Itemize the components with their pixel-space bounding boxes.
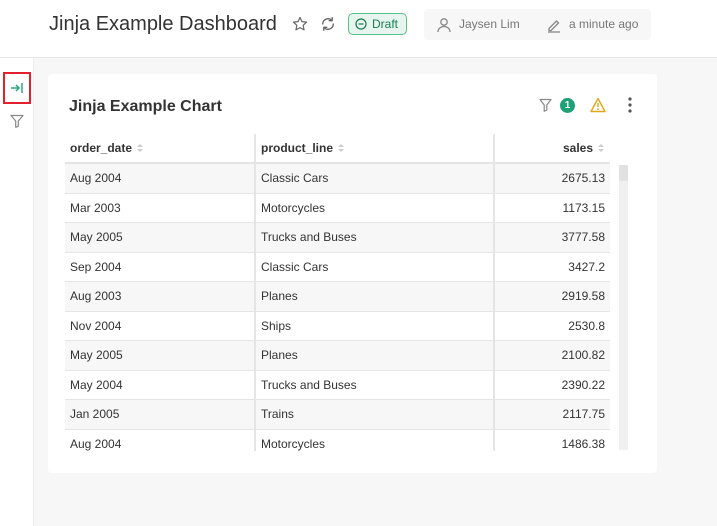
cell-product-line: Trucks and Buses — [255, 370, 495, 400]
cell-product-line: Planes — [255, 281, 495, 312]
cell-sales: 2390.22 — [494, 370, 610, 400]
column-header-order-date[interactable]: order_date — [65, 134, 256, 164]
more-vertical-icon[interactable] — [622, 96, 638, 114]
author-name: Jaysen Lim — [459, 17, 520, 31]
cell-sales: 3427.2 — [494, 252, 610, 282]
cell-sales: 3777.58 — [494, 222, 610, 253]
column-header-label: order_date — [70, 141, 133, 155]
cell-product-line: Ships — [255, 311, 495, 341]
draft-status-badge[interactable]: Draft — [348, 13, 408, 35]
filter-icon[interactable] — [10, 114, 24, 128]
cell-sales: 2919.58 — [494, 281, 610, 312]
table-row: Aug 2004 Motorcycles 1486.38 — [65, 429, 610, 451]
modified-info: a minute ago — [546, 16, 638, 33]
table-row: Aug 2003 Planes 2919.58 — [65, 281, 610, 312]
cell-order-date: Aug 2004 — [65, 163, 256, 194]
expand-right-icon — [11, 83, 23, 93]
cell-sales: 2117.75 — [494, 399, 610, 430]
warning-icon[interactable] — [590, 97, 606, 113]
user-icon — [437, 17, 451, 32]
cell-order-date: May 2005 — [65, 222, 256, 253]
sort-icon[interactable] — [597, 143, 605, 153]
filter-icon[interactable] — [539, 98, 552, 112]
table-row: Aug 2004 Classic Cars 2675.13 — [65, 163, 610, 194]
cell-order-date: Sep 2004 — [65, 252, 256, 282]
table-scrollbar-thumb[interactable] — [619, 165, 628, 181]
cell-order-date: May 2004 — [65, 370, 256, 400]
table-container[interactable]: order_date product_line sales Aug 2004 C… — [65, 134, 636, 451]
author-info[interactable]: Jaysen Lim — [436, 16, 520, 33]
cell-sales: 2530.8 — [494, 311, 610, 341]
draft-label: Draft — [372, 17, 399, 31]
cell-order-date: Aug 2004 — [65, 429, 256, 451]
cell-sales: 2100.82 — [494, 340, 610, 371]
table-header-row: order_date product_line sales — [65, 134, 610, 164]
column-header-label: product_line — [261, 141, 334, 155]
table-row: May 2005 Planes 2100.82 — [65, 340, 610, 371]
filter-sidebar-collapsed — [0, 58, 34, 526]
cell-order-date: Nov 2004 — [65, 311, 256, 341]
cell-product-line: Motorcycles — [255, 429, 495, 451]
table-row: May 2005 Trucks and Buses 3777.58 — [65, 222, 610, 253]
dashboard-header: Jinja Example Dashboard Draft Jaysen Lim — [0, 0, 717, 58]
column-header-product-line[interactable]: product_line — [255, 134, 495, 164]
chart-title[interactable]: Jinja Example Chart — [69, 96, 222, 118]
star-icon[interactable] — [291, 15, 309, 33]
metadata-bar: Jaysen Lim a minute ago — [424, 9, 651, 40]
dashboard-title[interactable]: Jinja Example Dashboard — [49, 10, 277, 38]
cell-order-date: May 2005 — [65, 340, 256, 371]
cell-sales: 1173.15 — [494, 193, 610, 223]
sort-icon[interactable] — [136, 143, 144, 153]
expand-filters-button[interactable] — [3, 72, 31, 104]
cell-product-line: Classic Cars — [255, 163, 495, 194]
cell-order-date: Jan 2005 — [65, 399, 256, 430]
table-scrollbar-track[interactable] — [619, 165, 628, 450]
cell-product-line: Planes — [255, 340, 495, 371]
table-row: May 2004 Trucks and Buses 2390.22 — [65, 370, 610, 400]
cell-product-line: Classic Cars — [255, 252, 495, 282]
refresh-icon[interactable] — [319, 15, 337, 33]
cell-order-date: Mar 2003 — [65, 193, 256, 223]
cell-product-line: Trains — [255, 399, 495, 430]
chart-card: Jinja Example Chart 1 order_date product… — [48, 74, 657, 473]
minus-circle-icon — [355, 18, 367, 30]
cell-sales: 2675.13 — [494, 163, 610, 194]
modified-time: a minute ago — [569, 17, 639, 31]
table-row: Mar 2003 Motorcycles 1173.15 — [65, 193, 610, 223]
cell-order-date: Aug 2003 — [65, 281, 256, 312]
cell-product-line: Trucks and Buses — [255, 222, 495, 253]
table-row: Jan 2005 Trains 2117.75 — [65, 399, 610, 430]
data-table: order_date product_line sales Aug 2004 C… — [65, 134, 610, 451]
sort-icon[interactable] — [337, 143, 345, 153]
cell-product-line: Motorcycles — [255, 193, 495, 223]
table-row: Nov 2004 Ships 2530.8 — [65, 311, 610, 341]
applied-filter-count-badge[interactable]: 1 — [560, 98, 575, 113]
column-header-sales[interactable]: sales — [494, 134, 610, 164]
cell-sales: 1486.38 — [494, 429, 610, 451]
pencil-icon — [548, 19, 560, 33]
table-row: Sep 2004 Classic Cars 3427.2 — [65, 252, 610, 282]
column-header-label: sales — [562, 141, 593, 155]
